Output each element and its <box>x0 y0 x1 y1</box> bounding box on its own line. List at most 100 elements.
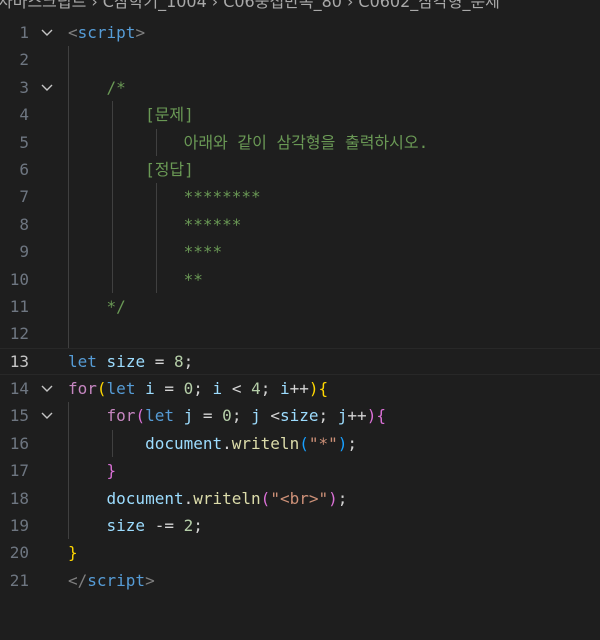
code-token: . <box>183 488 194 508</box>
line-number: 10 <box>9 269 29 289</box>
code-token: writeln <box>231 433 300 453</box>
code-token: j <box>183 406 194 426</box>
code-token: > <box>145 570 155 590</box>
code-line[interactable]: 7 ******** <box>0 183 600 211</box>
line-number: 4 <box>19 105 29 125</box>
code-token: j <box>251 406 261 426</box>
code-line[interactable]: 4 [문제] <box>0 101 600 129</box>
code-text: [정답] <box>68 156 194 183</box>
line-number: 7 <box>19 187 29 207</box>
code-token: document <box>145 433 223 453</box>
code-text: document.writeln("*"); <box>68 430 357 457</box>
code-text: let size = 8; <box>68 348 193 375</box>
indent-guide <box>68 320 69 348</box>
line-number: 2 <box>19 50 29 70</box>
code-line[interactable]: 5 아래와 같이 삼각형을 출력하시오. <box>0 128 600 156</box>
line-number: 17 <box>9 461 29 481</box>
code-line[interactable]: 16 document.writeln("*"); <box>0 429 600 458</box>
code-token: script <box>77 23 136 42</box>
code-token: ** <box>183 269 203 289</box>
code-line[interactable]: 15 for(let j = 0; j <size; j++){ <box>0 402 600 430</box>
code-token: ( <box>96 379 107 399</box>
code-line[interactable]: 18 document.writeln("<br>"); <box>0 484 600 513</box>
code-token: writeln <box>193 488 261 508</box>
code-line[interactable]: 1 <script> <box>0 19 600 46</box>
code-token: size <box>106 516 146 536</box>
code-line[interactable]: 17 } <box>0 457 600 485</box>
code-token: for <box>106 406 136 426</box>
breadcrumb-item[interactable]: 자바스크립트 <box>0 0 86 11</box>
code-token: -= <box>145 516 184 536</box>
code-line[interactable]: 2 <box>0 46 600 74</box>
code-token: ++ <box>289 379 309 399</box>
code-token: < <box>68 23 78 42</box>
code-text: **** <box>68 238 223 265</box>
code-token: ; <box>183 351 194 371</box>
line-number: 9 <box>19 242 29 262</box>
code-editor[interactable]: 1 <script> 2 3 /* 4 [문제] 5 아래와 같이 삼각형을 출력하시오.… <box>0 19 600 594</box>
code-token: document <box>106 488 184 508</box>
breadcrumb-chevron-icon: › <box>211 0 219 11</box>
code-line[interactable]: 19 size -= 2; <box>0 512 600 540</box>
code-text: ** <box>68 266 203 293</box>
code-text: } <box>68 539 78 566</box>
line-number: 16 <box>9 433 29 453</box>
breadcrumb-item[interactable]: C참학기_1004 <box>103 0 207 11</box>
code-token: ( <box>260 488 271 508</box>
code-line[interactable]: 6 [정답] <box>0 155 600 184</box>
code-line[interactable]: 9 **** <box>0 238 600 266</box>
code-text: 아래와 같이 삼각형을 출력하시오. <box>68 129 429 156</box>
breadcrumb[interactable]: 자바스크립트 › C참학기_1004 › C06중첩반복_80 › C0602_삼각형_문제 <box>0 0 600 16</box>
code-line[interactable]: 12 <box>0 320 600 348</box>
code-token: < <box>260 406 280 426</box>
code-token: ) <box>366 406 377 426</box>
code-token: ; <box>193 379 213 399</box>
code-line[interactable]: 3 /* <box>0 73 600 102</box>
code-token: ; <box>318 406 338 426</box>
code-token: 2 <box>183 516 194 536</box>
code-text: /* <box>68 74 126 101</box>
line-number: 21 <box>9 570 29 590</box>
code-token: ) <box>328 488 338 508</box>
code-token: /* <box>106 77 126 97</box>
code-token: ) <box>308 379 319 399</box>
code-token: ; <box>231 406 252 426</box>
code-line[interactable]: 13 let size = 8; <box>0 348 600 375</box>
breadcrumb-item[interactable]: C0602_삼각형_문제 <box>358 0 500 11</box>
code-token: **** <box>183 242 223 262</box>
code-token: ) <box>337 433 348 453</box>
code-text: size -= 2; <box>68 512 203 539</box>
line-number: 11 <box>9 296 29 316</box>
code-line[interactable]: 11 */ <box>0 292 600 321</box>
code-line[interactable]: 14 for(let i = 0; i < 4; i++){ <box>0 375 600 402</box>
code-text: for(let j = 0; j <size; j++){ <box>68 402 386 429</box>
breadcrumb-item[interactable]: C06중첩반복_80 <box>223 0 342 11</box>
code-text: <script> <box>68 19 145 46</box>
code-line[interactable]: 21 </script> <box>0 567 600 594</box>
code-line[interactable]: 20} <box>0 539 600 566</box>
code-token: let <box>68 351 97 371</box>
line-number: 19 <box>9 516 29 536</box>
code-text: ******** <box>68 183 261 210</box>
code-token: = <box>193 406 223 426</box>
code-line[interactable]: 10 ** <box>0 265 600 293</box>
code-text: */ <box>68 293 126 320</box>
code-token: = <box>154 379 184 399</box>
code-token: let <box>145 406 174 426</box>
line-number: 14 <box>9 379 29 399</box>
code-line[interactable]: 8 ****** <box>0 210 600 239</box>
